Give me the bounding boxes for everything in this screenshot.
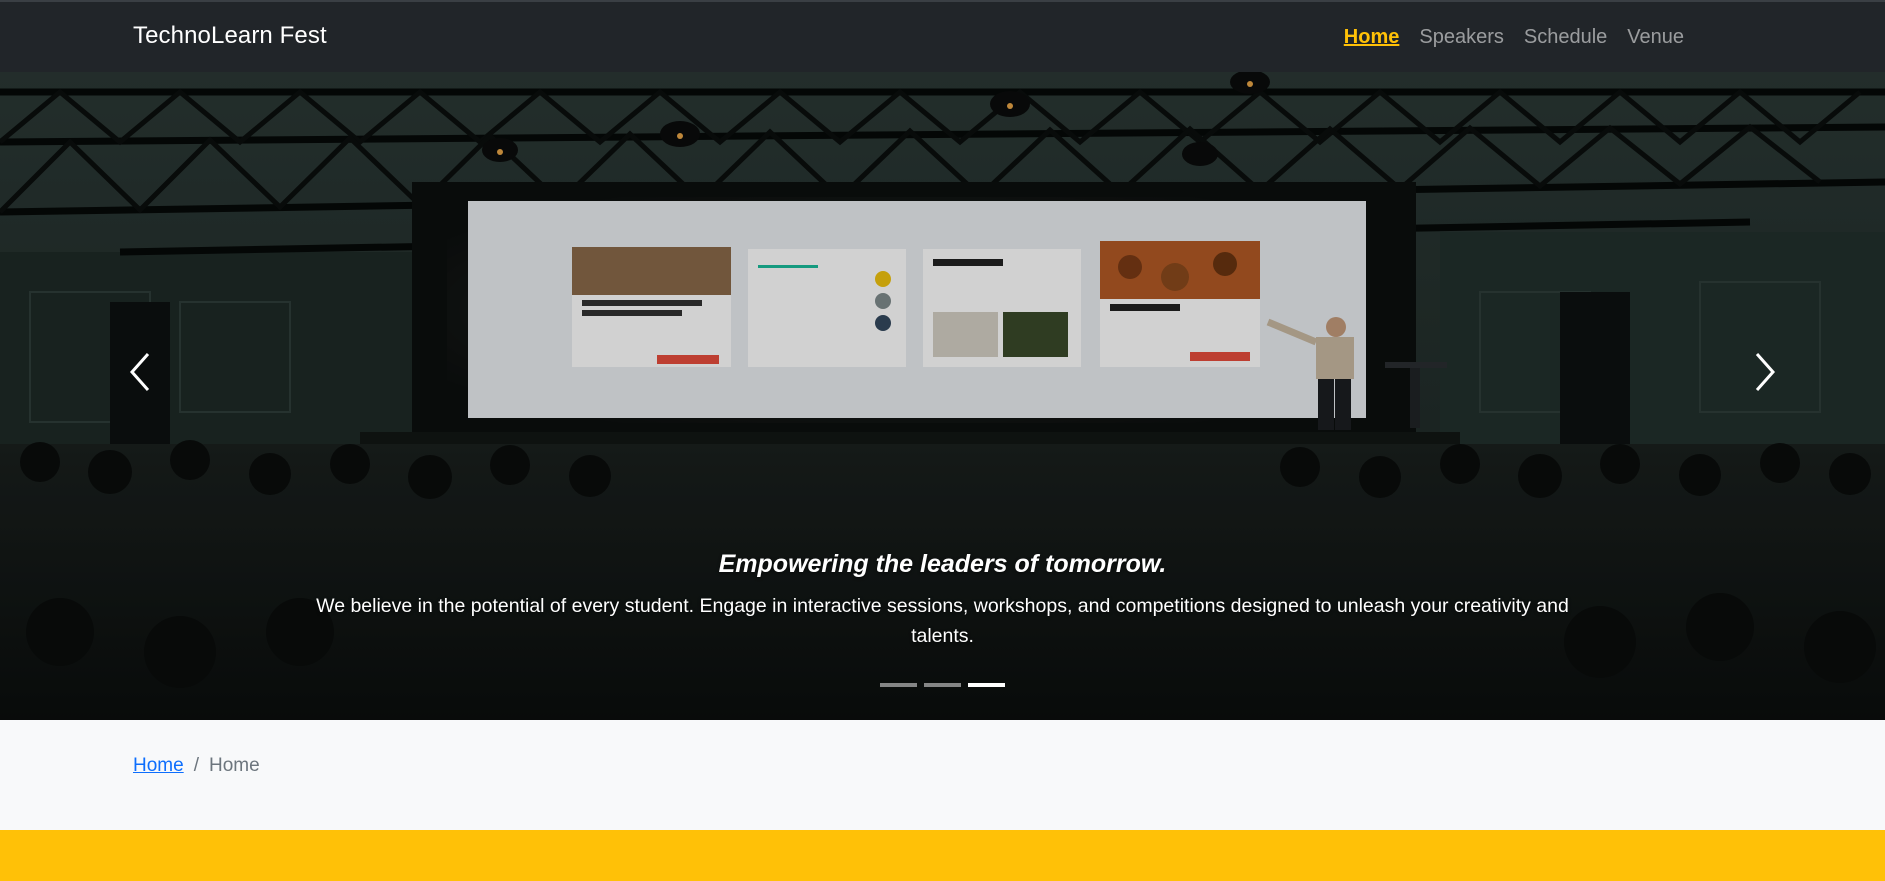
carousel-indicator-1[interactable] — [880, 683, 917, 687]
nav-link-schedule[interactable]: Schedule — [1524, 26, 1607, 49]
nav-link-home[interactable]: Home — [1344, 26, 1400, 49]
carousel-indicators — [0, 683, 1885, 687]
breadcrumb-link-home[interactable]: Home — [133, 755, 184, 777]
breadcrumb-current: Home — [208, 755, 260, 776]
nav-links: Home Speakers Schedule Venue — [1324, 26, 1684, 49]
brand-link[interactable]: TechnoLearn Fest — [133, 22, 327, 50]
navbar: TechnoLearn Fest Home Speakers Schedule … — [0, 0, 1885, 72]
carousel-next-button[interactable] — [1735, 342, 1795, 402]
carousel-prev-button[interactable] — [110, 342, 170, 402]
carousel-indicator-3[interactable] — [968, 683, 1005, 687]
carousel-indicator-2[interactable] — [924, 683, 961, 687]
chevron-left-icon — [129, 353, 150, 391]
nav-link-speakers[interactable]: Speakers — [1419, 26, 1504, 49]
carousel-title: Empowering the leaders of tomorrow. — [718, 550, 1167, 578]
carousel-caption: Empowering the leaders of tomorrow. We b… — [290, 550, 1595, 651]
chevron-right-icon — [1755, 353, 1776, 391]
nav-link-venue[interactable]: Venue — [1627, 26, 1684, 49]
carousel-text: We believe in the potential of every stu… — [316, 595, 1569, 647]
breadcrumb: Home / Home — [133, 755, 260, 777]
breadcrumb-separator: / — [193, 755, 199, 776]
hero-carousel: Empowering the leaders of tomorrow. We b… — [0, 72, 1885, 720]
featured-section-band — [0, 830, 1885, 881]
